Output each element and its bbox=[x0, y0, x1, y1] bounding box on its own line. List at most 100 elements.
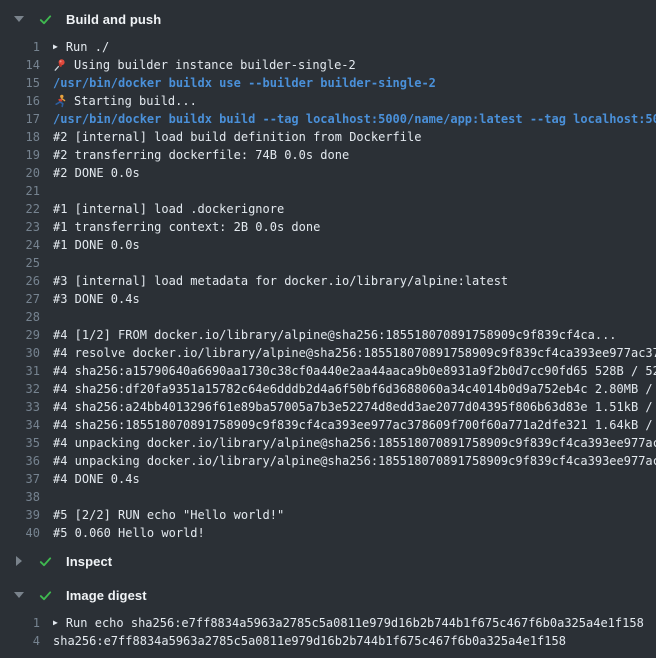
line-content: #4 [1/2] FROM docker.io/library/alpine@s… bbox=[53, 326, 656, 344]
line-content: #2 transferring dockerfile: 74B 0.0s don… bbox=[53, 146, 656, 164]
line-content: #1 transferring context: 2B 0.0s done bbox=[53, 218, 656, 236]
line-number[interactable]: 15 bbox=[0, 74, 40, 92]
line-number[interactable]: 18 bbox=[0, 128, 40, 146]
line-content: #5 0.060 Hello world! bbox=[53, 524, 656, 542]
line-number[interactable]: 28 bbox=[0, 308, 40, 326]
line-content: #3 [internal] load metadata for docker.i… bbox=[53, 272, 656, 290]
line-content: Using builder instance builder-single-2 bbox=[53, 56, 656, 74]
line-text: #4 [1/2] FROM docker.io/library/alpine@s… bbox=[53, 326, 617, 344]
line-number[interactable]: 1 bbox=[0, 614, 40, 632]
log-line: 18 #2 [internal] load build definition fr… bbox=[0, 128, 656, 146]
line-text: #2 [internal] load build definition from… bbox=[53, 128, 421, 146]
log-line: 29 #4 [1/2] FROM docker.io/library/alpine… bbox=[0, 326, 656, 344]
line-content: #1 [internal] load .dockerignore bbox=[53, 200, 656, 218]
line-text: #4 resolve docker.io/library/alpine@sha2… bbox=[53, 344, 656, 362]
actions-log-viewer: Build and push1▶Run ./14Using builder in… bbox=[0, 0, 656, 658]
line-number[interactable]: 19 bbox=[0, 146, 40, 164]
log-line: 39 #5 [2/2] RUN echo "Hello world!" bbox=[0, 506, 656, 524]
line-content: /usr/bin/docker buildx use --builder bui… bbox=[53, 74, 656, 92]
log-line: 16 Starting build... bbox=[0, 92, 656, 110]
run-group-toggle-icon[interactable]: ▶ bbox=[53, 614, 58, 632]
line-number[interactable]: 27 bbox=[0, 290, 40, 308]
line-text: sha256:e7ff8834a5963a2785c5a0811e979d16b… bbox=[53, 632, 566, 650]
success-check-icon bbox=[38, 554, 53, 569]
log-line: 28 bbox=[0, 308, 656, 326]
log-line: 14 Using builder instance builder-single-… bbox=[0, 56, 656, 74]
line-content: #2 [internal] load build definition from… bbox=[53, 128, 656, 146]
line-number[interactable]: 23 bbox=[0, 218, 40, 236]
line-number[interactable]: 36 bbox=[0, 452, 40, 470]
line-number[interactable]: 24 bbox=[0, 236, 40, 254]
run-group-toggle-icon[interactable]: ▶ bbox=[53, 38, 58, 56]
line-content bbox=[53, 182, 656, 200]
section-title: Inspect bbox=[66, 554, 112, 569]
log-line: 23 #1 transferring context: 2B 0.0s done bbox=[0, 218, 656, 236]
log-line: 17/usr/bin/docker buildx build --tag loc… bbox=[0, 110, 656, 128]
chevron-down-icon[interactable] bbox=[14, 592, 24, 598]
line-content bbox=[53, 254, 656, 272]
line-number[interactable]: 37 bbox=[0, 470, 40, 488]
section-header-build-and-push[interactable]: Build and push bbox=[0, 8, 656, 30]
line-content: #4 unpacking docker.io/library/alpine@sh… bbox=[53, 434, 656, 452]
log-line: 20 #2 DONE 0.0s bbox=[0, 164, 656, 182]
log-line: 37 #4 DONE 0.4s bbox=[0, 470, 656, 488]
section-title: Image digest bbox=[66, 588, 147, 603]
line-content: sha256:e7ff8834a5963a2785c5a0811e979d16b… bbox=[53, 632, 656, 650]
line-number[interactable]: 17 bbox=[0, 110, 40, 128]
line-number[interactable]: 30 bbox=[0, 344, 40, 362]
line-number[interactable]: 16 bbox=[0, 92, 40, 110]
line-text: #5 0.060 Hello world! bbox=[53, 524, 205, 542]
line-content: #5 [2/2] RUN echo "Hello world!" bbox=[53, 506, 656, 524]
chevron-right-icon[interactable] bbox=[14, 556, 24, 566]
line-text: Starting build... bbox=[74, 92, 197, 110]
line-number[interactable]: 26 bbox=[0, 272, 40, 290]
line-text: /usr/bin/docker buildx build --tag local… bbox=[53, 110, 656, 128]
line-content: #4 sha256:df20fa9351a15782c64e6dddb2d4a6… bbox=[53, 380, 656, 398]
line-number[interactable]: 1 bbox=[0, 38, 40, 56]
log-line: 21 bbox=[0, 182, 656, 200]
line-content: #4 sha256:a15790640a6690aa1730c38cf0a440… bbox=[53, 362, 656, 380]
line-number[interactable]: 21 bbox=[0, 182, 40, 200]
log-line: 38 bbox=[0, 488, 656, 506]
log-line: 35 #4 unpacking docker.io/library/alpine@… bbox=[0, 434, 656, 452]
log-line: 1▶Run echo sha256:e7ff8834a5963a2785c5a0… bbox=[0, 614, 656, 632]
line-text: #4 sha256:185518070891758909c9f839cf4ca3… bbox=[53, 416, 656, 434]
line-content: #2 DONE 0.0s bbox=[53, 164, 656, 182]
log-line: 15/usr/bin/docker buildx use --builder b… bbox=[0, 74, 656, 92]
line-text: #4 sha256:df20fa9351a15782c64e6dddb2d4a6… bbox=[53, 380, 656, 398]
log-line: 22 #1 [internal] load .dockerignore bbox=[0, 200, 656, 218]
log-line: 27#3 DONE 0.4s bbox=[0, 290, 656, 308]
section-header-image-digest[interactable]: Image digest bbox=[0, 584, 656, 606]
line-number[interactable]: 34 bbox=[0, 416, 40, 434]
line-text: #2 transferring dockerfile: 74B 0.0s don… bbox=[53, 146, 349, 164]
log-block-image-digest: 1▶Run echo sha256:e7ff8834a5963a2785c5a0… bbox=[0, 614, 656, 650]
success-check-icon bbox=[38, 588, 53, 603]
line-content: #1 DONE 0.0s bbox=[53, 236, 656, 254]
chevron-down-icon[interactable] bbox=[14, 16, 24, 22]
line-content: #4 resolve docker.io/library/alpine@sha2… bbox=[53, 344, 656, 362]
line-number[interactable]: 39 bbox=[0, 506, 40, 524]
line-number[interactable]: 14 bbox=[0, 56, 40, 74]
line-number[interactable]: 22 bbox=[0, 200, 40, 218]
section-header-inspect[interactable]: Inspect bbox=[0, 550, 656, 572]
line-number[interactable]: 4 bbox=[0, 632, 40, 650]
line-content: #4 DONE 0.4s bbox=[53, 470, 656, 488]
line-number[interactable]: 25 bbox=[0, 254, 40, 272]
line-content: #4 sha256:a24bb4013296f61e89ba57005a7b3e… bbox=[53, 398, 656, 416]
line-number[interactable]: 40 bbox=[0, 524, 40, 542]
log-line: 4 sha256:e7ff8834a5963a2785c5a0811e979d16… bbox=[0, 632, 656, 650]
line-text: #5 [2/2] RUN echo "Hello world!" bbox=[53, 506, 284, 524]
line-number[interactable]: 33 bbox=[0, 398, 40, 416]
line-content: ▶Run ./ bbox=[53, 38, 656, 56]
line-number[interactable]: 20 bbox=[0, 164, 40, 182]
line-text: #1 transferring context: 2B 0.0s done bbox=[53, 218, 320, 236]
line-text: #2 DONE 0.0s bbox=[53, 164, 140, 182]
line-number[interactable]: 38 bbox=[0, 488, 40, 506]
line-number[interactable]: 32 bbox=[0, 380, 40, 398]
log-line: 1 ▶Run ./ bbox=[0, 38, 656, 56]
section-title: Build and push bbox=[66, 12, 161, 27]
line-number[interactable]: 29 bbox=[0, 326, 40, 344]
line-number[interactable]: 31 bbox=[0, 362, 40, 380]
line-text: /usr/bin/docker buildx use --builder bui… bbox=[53, 74, 436, 92]
line-number[interactable]: 35 bbox=[0, 434, 40, 452]
